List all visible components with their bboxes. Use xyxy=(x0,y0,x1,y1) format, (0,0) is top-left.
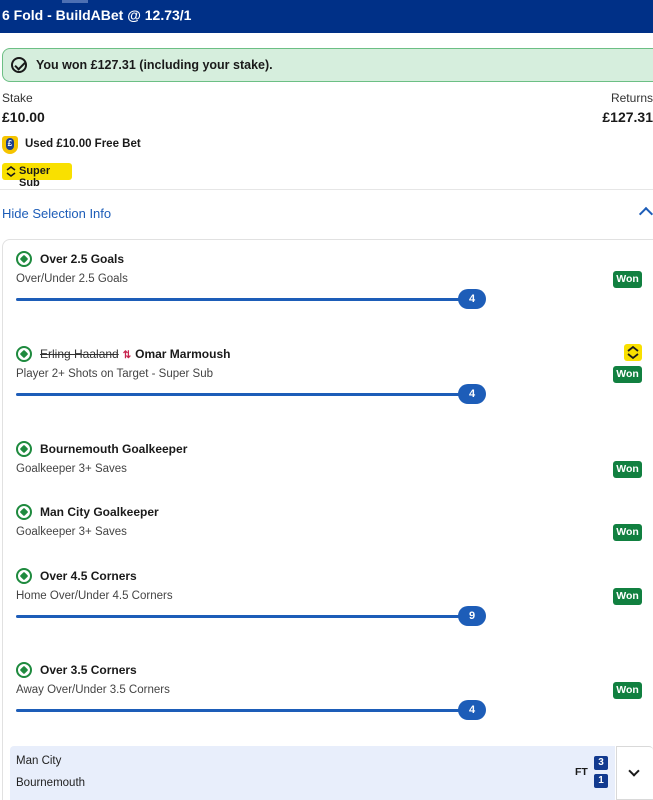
football-icon xyxy=(16,504,32,520)
won-badge: Won xyxy=(613,524,642,541)
progress-count: 4 xyxy=(458,384,486,404)
bet-title: 6 Fold - BuildABet @ 12.73/1 xyxy=(2,7,192,23)
progress-bar xyxy=(16,615,460,618)
progress-bar xyxy=(16,298,460,301)
super-sub-label: Super Sub xyxy=(19,165,51,189)
selection-market: Goalkeeper 3+ Saves xyxy=(16,463,127,475)
selection-market: Away Over/Under 3.5 Corners xyxy=(16,684,170,696)
returns-label: Returns xyxy=(610,91,653,105)
won-badge: Won xyxy=(613,271,642,288)
super-sub-icon xyxy=(6,166,16,177)
match-status: FT xyxy=(575,766,588,778)
selection-market: Goalkeeper 3+ Saves xyxy=(16,526,127,538)
progress-count: 9 xyxy=(458,606,486,626)
header-notch xyxy=(62,0,88,3)
stake-value: £10.00 xyxy=(2,109,45,125)
hide-selection-info-link[interactable]: Hide Selection Info xyxy=(2,206,111,221)
progress-bar xyxy=(16,709,460,712)
won-badge: Won xyxy=(613,461,642,478)
selection-market: Player 2+ Shots on Target - Super Sub xyxy=(16,368,214,380)
selection-name: Bournemouth Goalkeeper xyxy=(40,442,188,456)
selections-card xyxy=(2,239,653,800)
won-badge: Won xyxy=(613,588,642,605)
home-team: Man City xyxy=(16,755,62,767)
selection-name: Over 3.5 Corners xyxy=(40,663,137,677)
check-circle-icon xyxy=(11,57,27,73)
selection-name: Over 4.5 Corners xyxy=(40,569,137,583)
won-badge: Won xyxy=(613,682,642,699)
free-bet-shield-icon: £ xyxy=(2,136,18,154)
section-divider xyxy=(0,189,653,190)
substitution-icon: ⇅ xyxy=(122,350,132,361)
football-icon xyxy=(16,568,32,584)
selection-name: Erling Haaland ⇅ Omar Marmoush xyxy=(40,347,230,361)
expand-match-button[interactable] xyxy=(616,746,653,800)
selection-name: Man City Goalkeeper xyxy=(40,505,159,519)
away-team: Bournemouth xyxy=(16,777,86,789)
won-banner: You won £127.31 (including your stake). xyxy=(2,48,653,82)
football-icon xyxy=(16,662,32,678)
chevron-up-icon[interactable] xyxy=(638,206,653,222)
selection-name: Over 2.5 Goals xyxy=(40,252,125,266)
progress-count: 4 xyxy=(458,289,486,309)
replaced-player-name: Erling Haaland xyxy=(40,347,119,361)
football-icon xyxy=(16,346,32,362)
free-bet-text: Used £10.00 Free Bet xyxy=(25,138,141,150)
selection-market: Home Over/Under 4.5 Corners xyxy=(16,590,173,602)
won-banner-text: You won £127.31 (including your stake). xyxy=(36,58,273,72)
progress-bar xyxy=(16,393,460,396)
progress-count: 4 xyxy=(458,700,486,720)
stake-label: Stake xyxy=(2,91,33,105)
substitute-player-name: Omar Marmoush xyxy=(135,347,231,361)
chevron-down-icon xyxy=(628,765,640,777)
selection-market: Over/Under 2.5 Goals xyxy=(16,273,128,285)
away-score: 1 xyxy=(594,774,608,788)
home-score: 3 xyxy=(594,756,608,770)
super-sub-badge: Super Sub xyxy=(2,163,72,189)
bet-header: 6 Fold - BuildABet @ 12.73/1 xyxy=(0,0,653,33)
super-sub-icon xyxy=(624,344,642,361)
football-icon xyxy=(16,251,32,267)
won-badge: Won xyxy=(613,366,642,383)
match-score-panel[interactable]: Man City Bournemouth FT 3 1 xyxy=(10,746,615,800)
football-icon xyxy=(16,441,32,457)
returns-value: £127.31 xyxy=(602,109,653,125)
free-bet-shield-glyph: £ xyxy=(6,138,14,150)
